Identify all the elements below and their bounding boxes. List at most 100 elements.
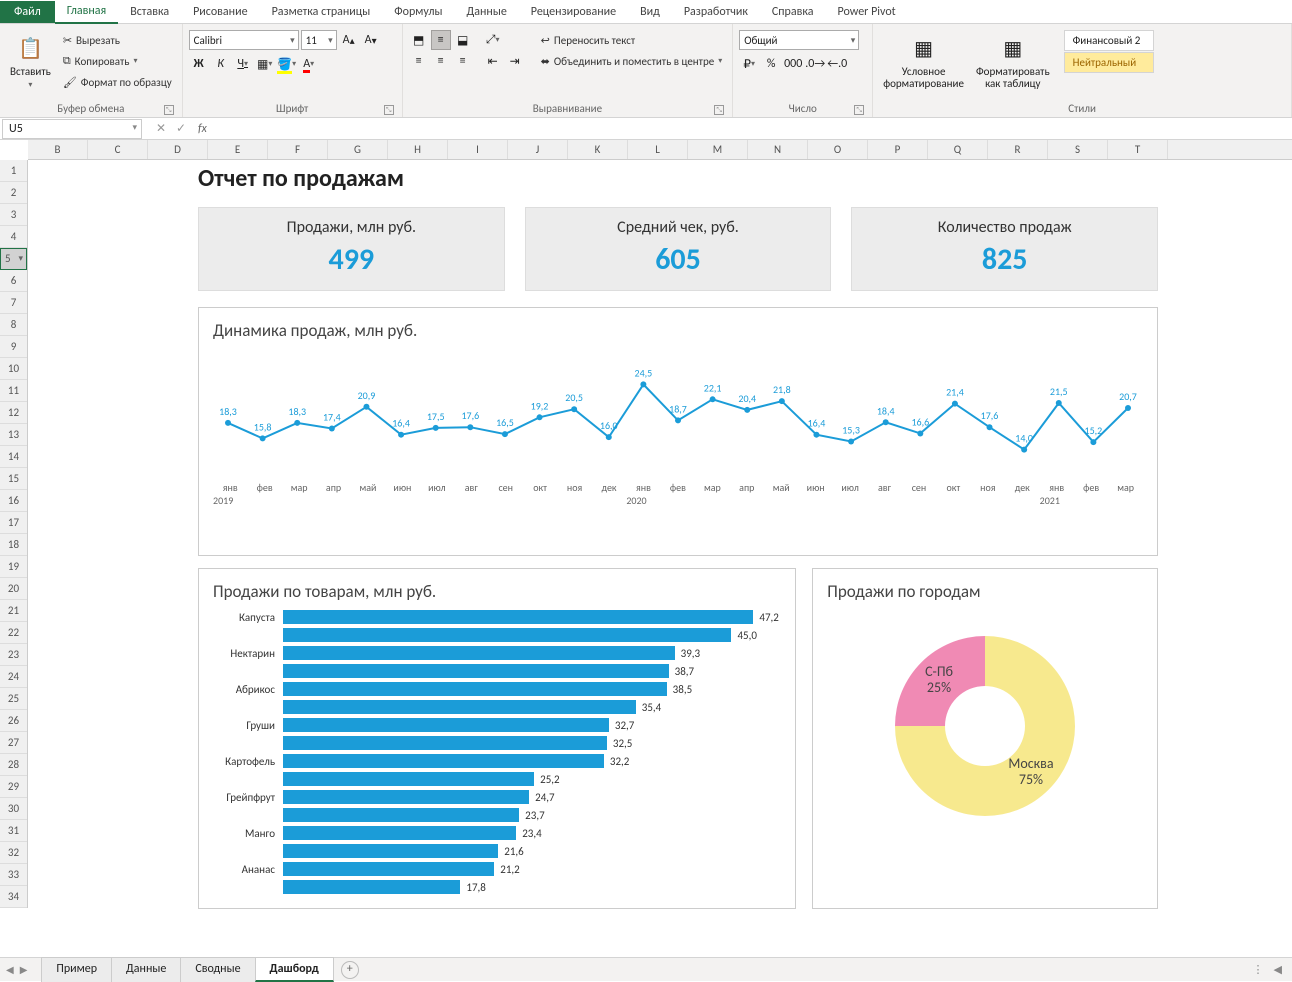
decrease-decimal-icon[interactable]: ←.0 xyxy=(827,54,847,74)
italic-button[interactable]: К xyxy=(211,54,231,74)
sheet-tab-Данные[interactable]: Данные xyxy=(111,957,181,982)
increase-indent-icon[interactable]: ⇥ xyxy=(505,51,525,71)
ribbon-tab-0[interactable]: Файл xyxy=(0,1,55,23)
font-size-select[interactable]: 11 xyxy=(301,30,337,50)
comma-icon[interactable]: 000 xyxy=(783,54,803,74)
sheet-canvas[interactable]: Отчет по продажам Продажи, млн руб.499Ср… xyxy=(28,160,1292,940)
row-header-4[interactable]: 4 xyxy=(0,226,27,248)
row-header-9[interactable]: 9 xyxy=(0,336,27,358)
row-header-1[interactable]: 1 xyxy=(0,160,27,182)
cut-button[interactable]: ✂Вырезать xyxy=(59,30,176,50)
add-sheet-button[interactable]: + xyxy=(341,961,359,979)
align-left-icon[interactable]: ≡ xyxy=(409,51,429,71)
col-header-N[interactable]: N xyxy=(748,140,808,159)
tab-split-icon[interactable]: ⋮ xyxy=(1253,963,1264,976)
launcher-icon[interactable]: ⤡ xyxy=(164,105,174,115)
format-painter-button[interactable]: 🖌Формат по образцу xyxy=(59,72,176,92)
paste-button[interactable]: 📋 Вставить▾ xyxy=(6,30,55,92)
row-header-20[interactable]: 20 xyxy=(0,578,27,600)
launcher-icon[interactable]: ⤡ xyxy=(854,105,864,115)
merge-button[interactable]: ⬌Объединить и поместить в центре ▾ xyxy=(537,51,727,71)
row-header-26[interactable]: 26 xyxy=(0,710,27,732)
launcher-icon[interactable]: ⤡ xyxy=(384,105,394,115)
row-header-13[interactable]: 13 xyxy=(0,424,27,446)
row-header-25[interactable]: 25 xyxy=(0,688,27,710)
row-header-32[interactable]: 32 xyxy=(0,842,27,864)
conditional-format-button[interactable]: ▦ Условное форматирование xyxy=(879,30,968,92)
donut-chart-box[interactable]: Продажи по городам Москва75%С-Пб25% xyxy=(812,568,1158,909)
percent-icon[interactable]: % xyxy=(761,54,781,74)
orientation-icon[interactable]: ⤢▾ xyxy=(483,30,503,50)
cancel-formula-icon[interactable]: ✕ xyxy=(152,121,170,136)
row-header-21[interactable]: 21 xyxy=(0,600,27,622)
sheet-nav-next-icon[interactable]: ▶ xyxy=(20,963,28,976)
col-header-R[interactable]: R xyxy=(988,140,1048,159)
sheet-tab-Сводные[interactable]: Сводные xyxy=(180,957,255,982)
align-right-icon[interactable]: ≡ xyxy=(453,51,473,71)
col-header-F[interactable]: F xyxy=(268,140,328,159)
col-header-D[interactable]: D xyxy=(148,140,208,159)
row-header-33[interactable]: 33 xyxy=(0,864,27,886)
col-header-M[interactable]: M xyxy=(688,140,748,159)
row-header-34[interactable]: 34 xyxy=(0,886,27,908)
fx-icon[interactable]: fx xyxy=(198,122,207,136)
format-as-table-button[interactable]: ▦ Форматировать как таблицу xyxy=(972,30,1054,92)
row-header-12[interactable]: 12 xyxy=(0,402,27,424)
row-header-29[interactable]: 29 xyxy=(0,776,27,798)
row-header-17[interactable]: 17 xyxy=(0,512,27,534)
row-header-16[interactable]: 16 xyxy=(0,490,27,512)
row-header-2[interactable]: 2 xyxy=(0,182,27,204)
row-header-31[interactable]: 31 xyxy=(0,820,27,842)
name-box[interactable]: U5 xyxy=(2,119,142,139)
col-header-G[interactable]: G xyxy=(328,140,388,159)
line-chart-box[interactable]: Динамика продаж, млн руб. 18,315,818,317… xyxy=(198,307,1158,556)
ribbon-tab-6[interactable]: Данные xyxy=(455,1,519,23)
row-header-24[interactable]: 24 xyxy=(0,666,27,688)
ribbon-tab-4[interactable]: Разметка страницы xyxy=(260,1,383,23)
launcher-icon[interactable]: ⤡ xyxy=(714,105,724,115)
row-header-10[interactable]: 10 xyxy=(0,358,27,380)
sheet-tab-Пример[interactable]: Пример xyxy=(41,957,112,982)
row-header-7[interactable]: 7 xyxy=(0,292,27,314)
scroll-left-icon[interactable]: ◀ xyxy=(1274,963,1282,976)
row-header-14[interactable]: 14 xyxy=(0,446,27,468)
ribbon-tab-3[interactable]: Рисование xyxy=(181,1,259,23)
row-header-15[interactable]: 15 xyxy=(0,468,27,490)
row-header-27[interactable]: 27 xyxy=(0,732,27,754)
ribbon-tab-7[interactable]: Рецензирование xyxy=(519,1,628,23)
copy-button[interactable]: ⧉Копировать ▾ xyxy=(59,51,176,71)
row-header-3[interactable]: 3 xyxy=(0,204,27,226)
font-name-select[interactable]: Calibri xyxy=(189,30,299,50)
increase-decimal-icon[interactable]: .0→ xyxy=(805,54,825,74)
col-header-T[interactable]: T xyxy=(1108,140,1168,159)
cell-style-financial[interactable]: Финансовый 2 xyxy=(1064,30,1154,51)
col-header-S[interactable]: S xyxy=(1048,140,1108,159)
decrease-indent-icon[interactable]: ⇤ xyxy=(483,51,503,71)
bold-button[interactable]: Ж xyxy=(189,54,209,74)
accept-formula-icon[interactable]: ✓ xyxy=(172,121,190,136)
ribbon-tab-5[interactable]: Формулы xyxy=(382,1,454,23)
align-bottom-icon[interactable]: ⬓ xyxy=(453,30,473,50)
col-header-C[interactable]: C xyxy=(88,140,148,159)
bar-chart-box[interactable]: Продажи по товарам, млн руб. Капуста47,2… xyxy=(198,568,796,909)
increase-font-icon[interactable]: A▴ xyxy=(339,30,359,50)
align-middle-icon[interactable]: ≡ xyxy=(431,30,451,50)
row-header-6[interactable]: 6 xyxy=(0,270,27,292)
col-header-K[interactable]: K xyxy=(568,140,628,159)
col-header-I[interactable]: I xyxy=(448,140,508,159)
col-header-L[interactable]: L xyxy=(628,140,688,159)
col-header-E[interactable]: E xyxy=(208,140,268,159)
row-header-19[interactable]: 19 xyxy=(0,556,27,578)
decrease-font-icon[interactable]: A▾ xyxy=(361,30,381,50)
row-header-23[interactable]: 23 xyxy=(0,644,27,666)
col-header-Q[interactable]: Q xyxy=(928,140,988,159)
ribbon-tab-10[interactable]: Справка xyxy=(760,1,826,23)
row-header-8[interactable]: 8 xyxy=(0,314,27,336)
wrap-text-button[interactable]: ↩Переносить текст xyxy=(537,30,727,50)
sheet-nav-prev-icon[interactable]: ◀ xyxy=(6,963,14,976)
font-color-button[interactable]: A▾ xyxy=(299,54,319,74)
number-format-select[interactable]: Общий xyxy=(739,30,859,50)
fill-color-button[interactable]: 🪣▾ xyxy=(277,54,297,74)
row-header-28[interactable]: 28 xyxy=(0,754,27,776)
border-button[interactable]: ▦▾ xyxy=(255,54,275,74)
